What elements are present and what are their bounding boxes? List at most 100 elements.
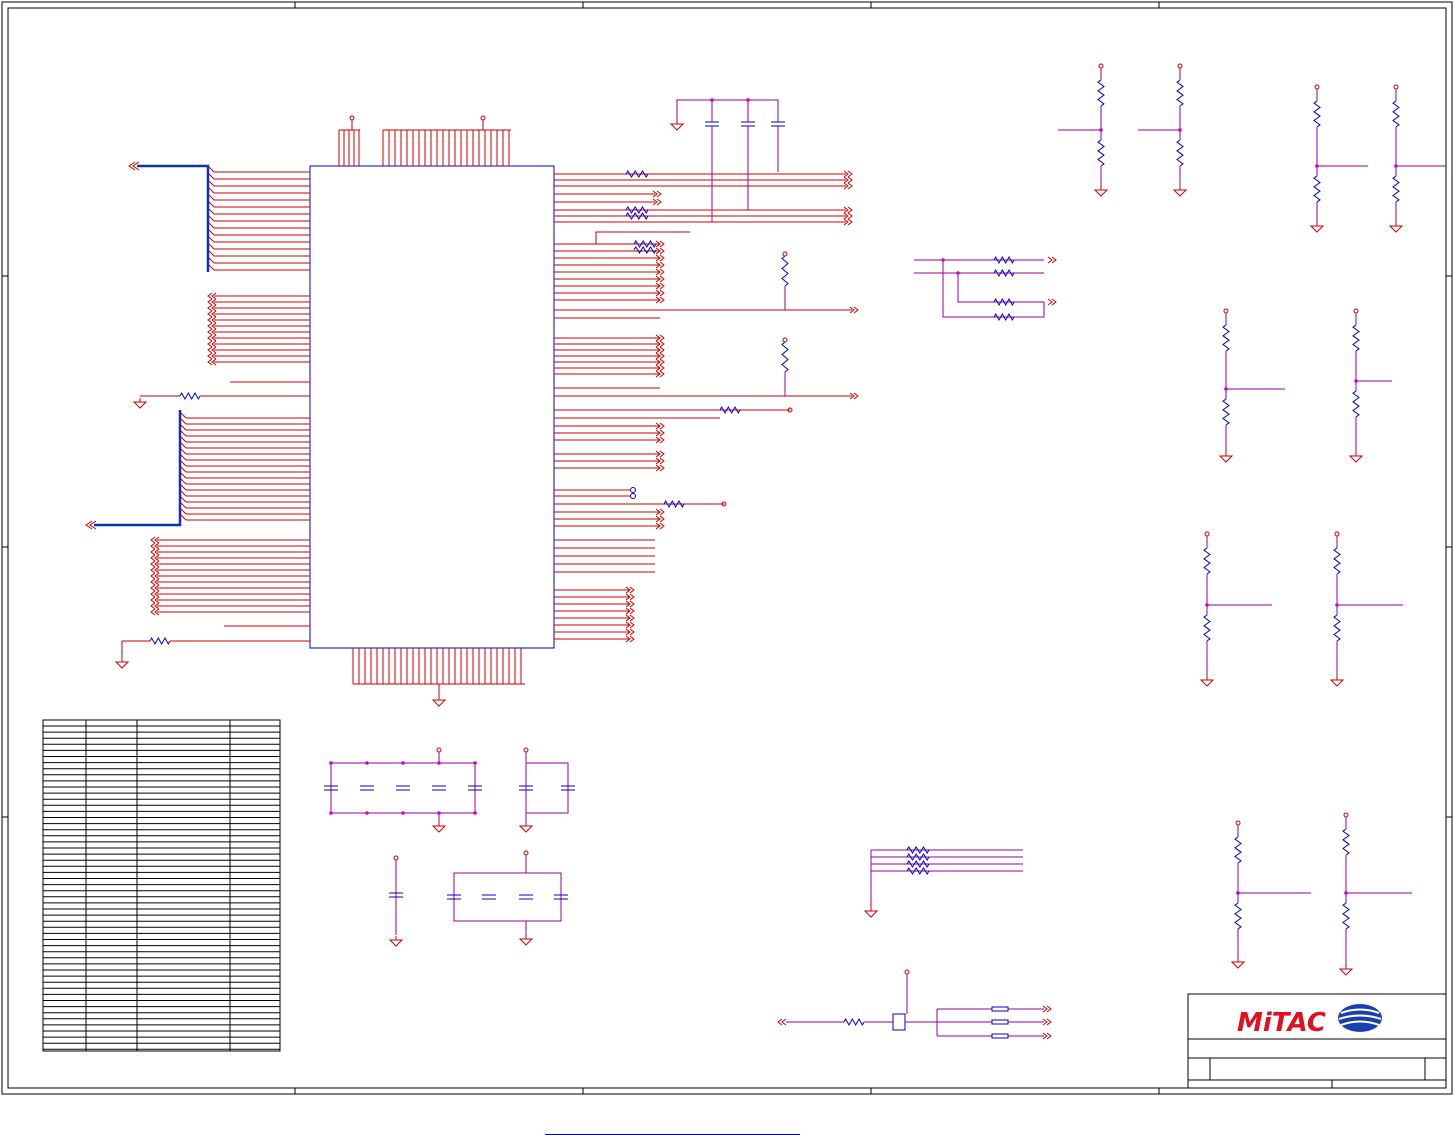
ground-symbol [431, 696, 447, 707]
power-pin [436, 747, 442, 753]
junction-dot [329, 811, 333, 815]
resistor-symbol [991, 1006, 1009, 1012]
resistor-symbol [1342, 828, 1350, 856]
resistor-symbol [1313, 100, 1321, 128]
junction-dot [1178, 128, 1182, 132]
junction-dot [365, 761, 369, 765]
junction-dot [401, 811, 405, 815]
resistor-symbol [1333, 547, 1341, 575]
power-pin [1098, 63, 1104, 69]
power-pin [480, 115, 486, 121]
junction-dot [710, 98, 714, 102]
ground-symbol [1309, 222, 1325, 233]
junction-dot [437, 761, 441, 765]
ground-symbol [669, 120, 685, 131]
power-pin [782, 251, 788, 257]
junction-dot [1224, 387, 1228, 391]
resistor-symbol [843, 1017, 865, 1027]
ground-symbol [1388, 222, 1404, 233]
ground-symbol [1218, 452, 1234, 463]
resistor-symbol [1176, 139, 1184, 167]
resistor-symbol [1222, 398, 1230, 426]
power-pin [1353, 308, 1359, 314]
junction-dot [1315, 164, 1319, 168]
ground-symbol [1093, 186, 1109, 197]
company-logo-text: MiTAC [1237, 1008, 1326, 1038]
bus-arrows [85, 161, 140, 530]
net-wires [330, 68, 1446, 1037]
resistor-symbol [149, 636, 171, 646]
resistor-symbol [993, 255, 1015, 265]
net-wire [942, 260, 1045, 318]
ic-bottom-pins [352, 648, 525, 696]
junction-dot [473, 811, 477, 815]
junction-dot [1344, 891, 1348, 895]
junction-dot [365, 811, 369, 815]
resistor-symbol [993, 268, 1015, 278]
ground-symbol [1329, 676, 1345, 687]
resistor-symbol [633, 240, 657, 248]
resistor-symbol [719, 405, 741, 415]
resistor-symbol [1222, 324, 1230, 352]
junction-dot [329, 761, 333, 765]
resistor-symbol [781, 255, 789, 287]
ground-symbol [518, 822, 534, 833]
resistor-symbol [625, 212, 649, 220]
bus-lines [94, 164, 210, 527]
junction-dot [956, 271, 960, 275]
ground-symbol [1172, 186, 1188, 197]
resistor-symbol [1176, 79, 1184, 107]
resistor-symbol [1392, 175, 1400, 203]
power-pin [1223, 308, 1229, 314]
net-arrow [1047, 256, 1053, 264]
ground-symbol [388, 936, 404, 947]
resistor-symbol [1333, 614, 1341, 642]
sheet-border [1, 1, 1453, 1095]
resistor-symbol [993, 312, 1015, 322]
resistor-symbol [1352, 324, 1360, 352]
ground-symbol [1338, 965, 1354, 976]
footer-link-underline[interactable] [545, 1120, 800, 1135]
ic-right-pins [554, 173, 852, 640]
net-wire [676, 99, 779, 122]
components [149, 79, 1400, 1039]
junction-dot [437, 811, 441, 815]
resistor-symbol [1234, 902, 1242, 930]
company-logo-icon [1338, 1004, 1382, 1032]
junction-dot [746, 98, 750, 102]
resistor-symbol [1392, 100, 1400, 128]
pin-table [42, 719, 281, 1052]
net-arrow [781, 1018, 787, 1026]
resistor-symbol [625, 206, 649, 214]
resistor-symbol [781, 341, 789, 373]
title-block: MiTAC [1187, 993, 1447, 1089]
ground-symbol [132, 398, 148, 409]
power-pin [1204, 531, 1210, 537]
power-pin [1235, 820, 1241, 826]
resistor-symbol [993, 297, 1015, 307]
power-pin [1343, 812, 1349, 818]
ground-symbol [518, 935, 534, 946]
net-arrow [1047, 298, 1053, 306]
junction-dot [1394, 164, 1398, 168]
power-pin [782, 337, 788, 343]
power-pin [349, 115, 355, 121]
junction-dots [329, 98, 1398, 895]
test-point [630, 487, 636, 493]
junction-dot [1099, 128, 1103, 132]
cap-bank-wire [525, 762, 569, 814]
junction-dot [1205, 603, 1209, 607]
resistor-symbol [1342, 902, 1350, 930]
resistor-symbol [1313, 175, 1321, 203]
resistor-symbol [1352, 390, 1360, 418]
test-point [630, 493, 636, 499]
power-pin [523, 850, 529, 856]
resistor-symbol [1097, 79, 1105, 107]
resistor-symbol [633, 246, 657, 254]
power-pin [523, 747, 529, 753]
ground-symbol [1199, 676, 1215, 687]
ground-symbol [1348, 452, 1364, 463]
junction-dot [1354, 379, 1358, 383]
ground-symbol [431, 822, 447, 833]
ic-top-pins [338, 120, 511, 166]
